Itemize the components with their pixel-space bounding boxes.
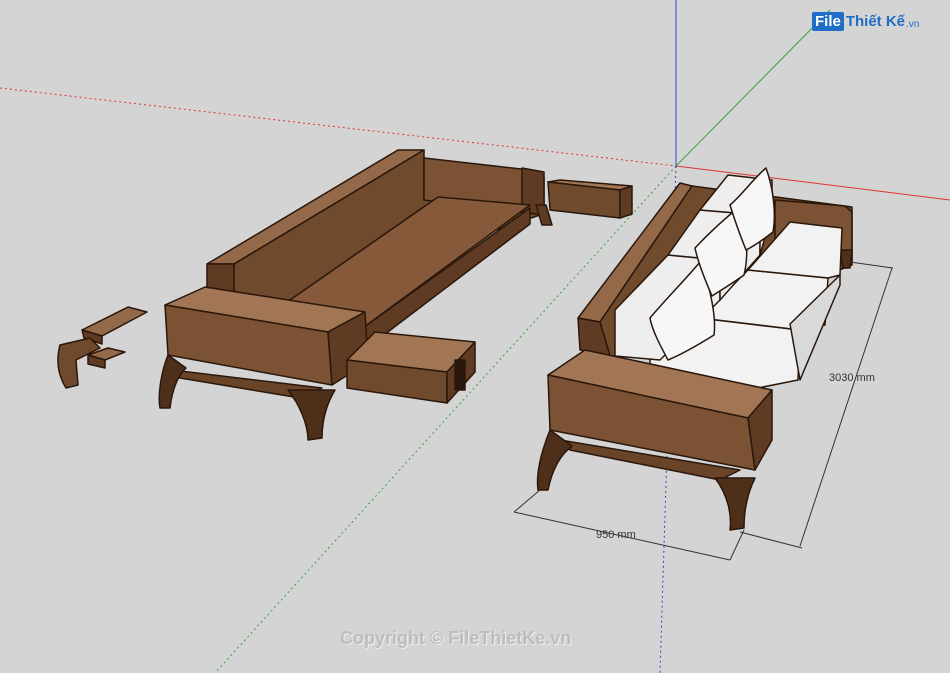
- dimension-depth-label: 950 mm: [596, 529, 636, 541]
- copyright-watermark: Copyright © FileThietKe.vn: [340, 628, 572, 648]
- sofa-assembled[interactable]: [536, 167, 853, 531]
- green-axis: [675, 9, 831, 167]
- leg-front-left: [158, 354, 187, 409]
- brand-logo: File Thiết Kế .vn: [812, 12, 919, 31]
- sofa-far-leg: [839, 249, 853, 269]
- dim-length-ext-bottom: [739, 531, 803, 549]
- logo-tld-text: .vn: [906, 18, 920, 30]
- dim-depth-ext-right: [729, 529, 745, 561]
- sofa-frame-exploded[interactable]: [57, 149, 633, 441]
- model-canvas[interactable]: [0, 0, 950, 673]
- logo-file-text: File: [812, 12, 844, 31]
- red-axis-dotted: [0, 87, 677, 167]
- sofa-leg-right: [714, 477, 756, 531]
- sketchup-viewport[interactable]: File Thiết Kế .vn 950 mm 3030 mm Copyrig…: [0, 0, 950, 673]
- small-part-1: [81, 306, 148, 337]
- dimension-length-label: 3030 mm: [829, 372, 875, 384]
- logo-name-text: Thiết Kế: [845, 13, 906, 30]
- leg-front-right: [287, 389, 336, 441]
- drawer-near-slot: [454, 359, 466, 391]
- dim-depth-ext-left: [513, 489, 541, 513]
- drawer-far-side: [619, 185, 633, 219]
- sofa-leg-left: [536, 429, 573, 491]
- dim-length-ext-top: [849, 261, 894, 269]
